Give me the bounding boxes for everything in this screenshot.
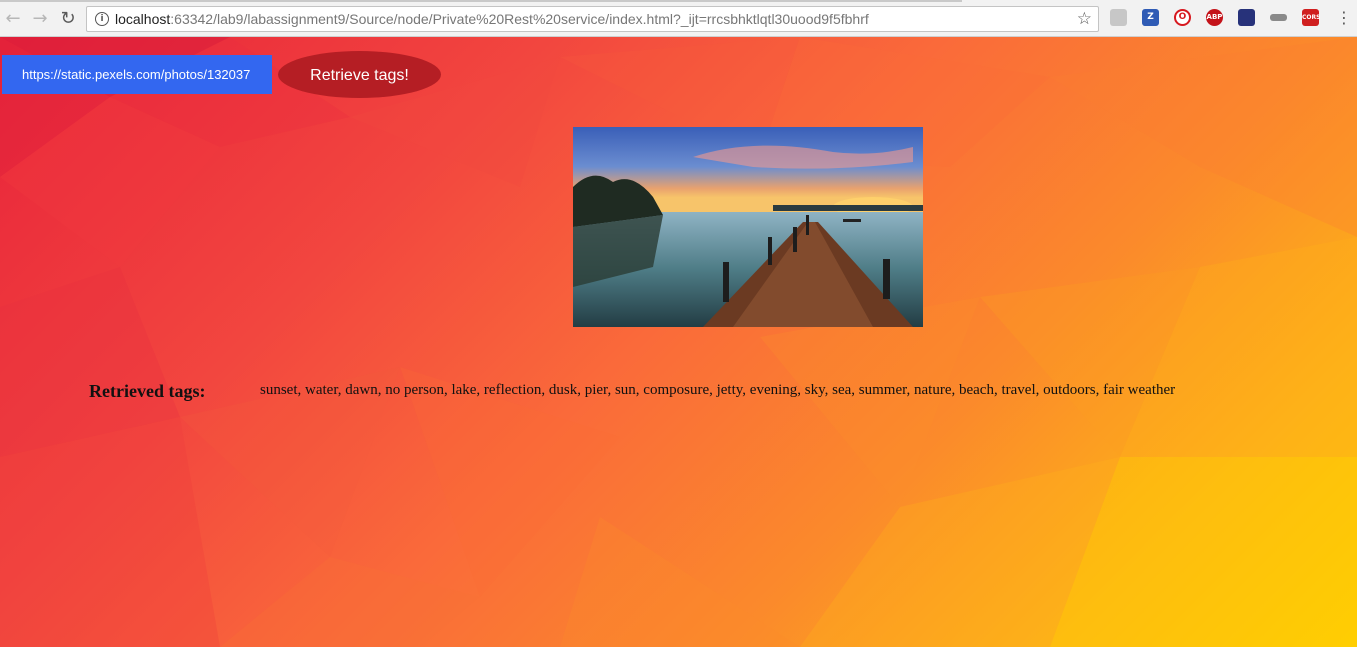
browser-menu-icon[interactable]: ⋮ bbox=[1336, 8, 1352, 28]
bookmark-star-icon[interactable]: ☆ bbox=[1077, 9, 1092, 29]
reload-icon[interactable]: ↻ bbox=[57, 8, 79, 30]
cors-extension-icon[interactable]: CORS bbox=[1302, 9, 1320, 26]
retrieved-tags-label: Retrieved tags: bbox=[89, 381, 206, 401]
url-path: :63342/lab9/labassignment9/Source/node/P… bbox=[170, 11, 869, 27]
retrieve-tags-button[interactable]: Retrieve tags! bbox=[278, 51, 441, 98]
address-bar[interactable]: i localhost:63342/lab9/labassignment9/So… bbox=[86, 6, 1099, 32]
page-background: Retrieve tags! bbox=[0, 37, 1357, 647]
info-icon[interactable]: i bbox=[95, 12, 109, 26]
wappalyzer-extension-icon[interactable] bbox=[1238, 9, 1255, 26]
browser-toolbar: ← → ↻ i localhost:63342/lab9/labassignme… bbox=[0, 0, 1357, 37]
opera-extension-icon[interactable]: O bbox=[1174, 9, 1191, 26]
pdf-extension-icon[interactable] bbox=[1110, 9, 1127, 26]
retrieved-tags-list: sunset, water, dawn, no person, lake, re… bbox=[260, 382, 1176, 398]
back-icon[interactable]: ← bbox=[2, 8, 24, 30]
pier-sunset-photo bbox=[573, 127, 923, 327]
tab-strip-edge bbox=[0, 0, 962, 2]
adblock-extension-icon[interactable]: ABP bbox=[1206, 9, 1223, 26]
address-url[interactable]: localhost:63342/lab9/labassignment9/Sour… bbox=[115, 11, 869, 27]
image-url-input[interactable] bbox=[2, 55, 272, 94]
url-host: localhost bbox=[115, 11, 171, 27]
gray-extension-icon[interactable] bbox=[1270, 14, 1287, 21]
zotero-extension-icon[interactable]: Z bbox=[1142, 9, 1159, 26]
forward-icon[interactable]: → bbox=[29, 8, 51, 30]
photo-image bbox=[573, 127, 923, 327]
